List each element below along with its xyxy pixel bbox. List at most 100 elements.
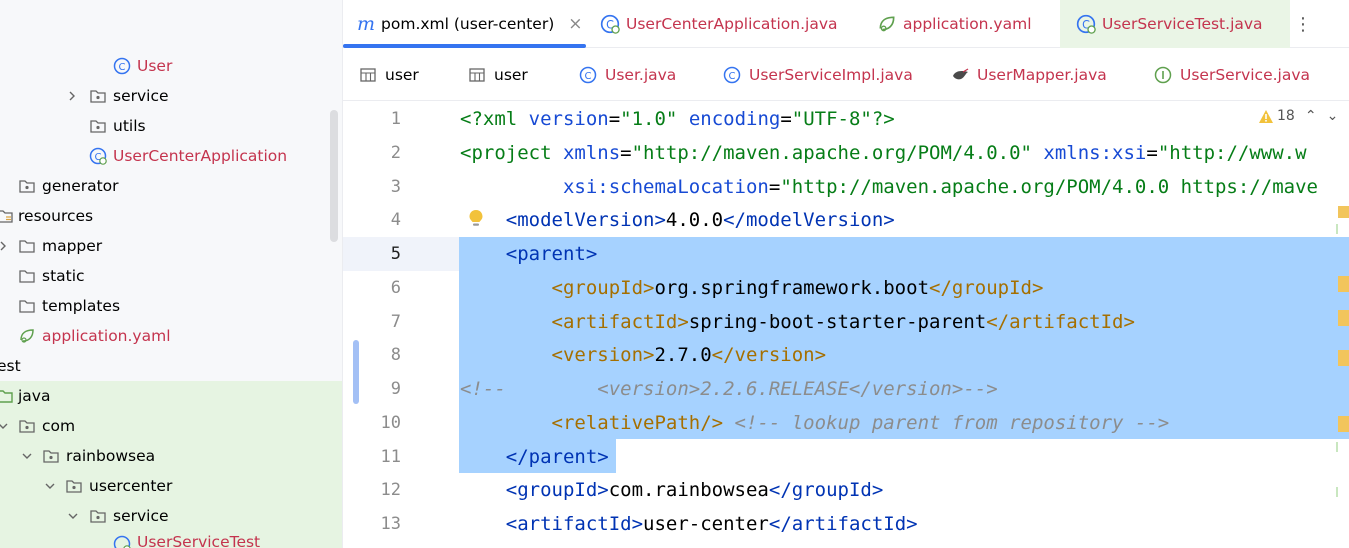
chevron-right-icon[interactable]	[65, 89, 79, 103]
spring-leaf-icon	[879, 16, 895, 32]
tree-item-label: application.yaml	[42, 327, 171, 345]
tree-item-usercenter[interactable]: usercenter	[0, 471, 342, 501]
change-marker	[1336, 487, 1338, 497]
warning-marker[interactable]	[1338, 310, 1349, 326]
tree-item-label: UserServiceTest	[137, 533, 261, 548]
package-folder-icon	[19, 180, 35, 193]
tree-item-rainbowsea[interactable]: rainbowsea	[0, 441, 342, 471]
code-editor[interactable]: 1 2 3 4 5 6 7 8 9 10 11 12 13 <?xml vers…	[343, 102, 1349, 548]
tree-item-mapper[interactable]: mapper	[0, 231, 342, 261]
tree-item-label: mapper	[42, 237, 103, 255]
tree-item-service[interactable]: service	[0, 81, 342, 111]
tab-label: UserService.java	[1180, 66, 1311, 84]
tree-item-generator[interactable]: generator	[0, 171, 342, 201]
close-icon[interactable]: ×	[568, 14, 582, 34]
tree-item-label: resources	[18, 207, 94, 225]
editor-tabs-row2: user user C User.java C UserServiceImpl.…	[343, 49, 1349, 101]
tree-item-userservicetest[interactable]: UserServiceTest	[0, 531, 342, 548]
tree-item-static[interactable]: static	[0, 261, 342, 291]
warning-marker[interactable]	[1338, 350, 1349, 366]
tree-item-com[interactable]: com	[0, 411, 342, 441]
tab-userserviceimpl-java[interactable]: C UserServiceImpl.java	[723, 49, 913, 101]
tab-user-table-2[interactable]: user	[468, 49, 528, 101]
tab-label: UserCenterApplication.java	[626, 15, 838, 33]
inspection-widget[interactable]: 18 ⌃ ⌄	[1258, 108, 1338, 124]
tree-item-resources[interactable]: resources	[0, 201, 342, 231]
chevron-down-icon[interactable]	[66, 509, 80, 523]
tab-usermapper-java[interactable]: UserMapper.java	[951, 49, 1107, 101]
change-marker	[1336, 442, 1338, 452]
chevron-down-icon[interactable]	[0, 419, 10, 433]
line-number: 2	[390, 143, 401, 163]
code-line-8: <version>2.7.0</version>	[460, 344, 827, 366]
folder-icon	[19, 270, 35, 283]
tree-item-user[interactable]: C User	[0, 51, 342, 81]
tree-item-label: generator	[42, 177, 119, 195]
code-line-12: <groupId>com.rainbowsea</groupId>	[460, 479, 884, 501]
class-icon: C	[723, 66, 741, 84]
spring-class-icon: C	[89, 147, 107, 165]
tree-item-label: utils	[113, 117, 146, 135]
test-folder-icon	[0, 390, 13, 403]
tree-scrollbar[interactable]	[330, 110, 338, 242]
tree-item-usercenterapplication[interactable]: C UserCenterApplication	[0, 141, 342, 171]
spring-class-icon	[113, 535, 131, 548]
tab-pom-xml[interactable]: m pom.xml (user-center) ×	[357, 0, 587, 48]
next-highlight-icon[interactable]: ⌄	[1327, 108, 1339, 124]
tree-item-label: est	[0, 357, 21, 375]
class-icon: C	[113, 57, 131, 75]
line-number: 1	[390, 109, 401, 129]
code-line-10: <relativePath/> <!-- lookup parent from …	[460, 412, 1170, 434]
tree-item-label: User	[137, 57, 173, 75]
tab-user-java[interactable]: C User.java	[579, 49, 676, 101]
tree-item-java[interactable]: java	[0, 381, 342, 411]
spring-class-icon: C	[600, 14, 620, 34]
tree-item-utils[interactable]: utils	[0, 111, 342, 141]
line-number-current: 5	[390, 244, 401, 264]
editor-area: m pom.xml (user-center) × C UserCenterAp…	[343, 0, 1349, 548]
change-marker	[1336, 224, 1338, 234]
tree-item-label: templates	[42, 297, 121, 315]
tree-item-test[interactable]: est	[0, 351, 342, 381]
tree-item-label: service	[113, 87, 169, 105]
active-tab-indicator	[343, 44, 586, 48]
code-line-11: </parent>	[460, 446, 609, 468]
tab-label: UserMapper.java	[977, 66, 1107, 84]
project-tree[interactable]: C User service utils C UserCenterApplica…	[0, 0, 343, 548]
tree-item-label: com	[42, 417, 76, 435]
code-line-9: <!-- <version>2.2.6.RELEASE</version>-->	[460, 378, 998, 400]
package-folder-icon	[43, 450, 59, 463]
package-folder-icon	[90, 510, 106, 523]
tab-application-yaml[interactable]: application.yaml	[877, 0, 1032, 48]
chevron-down-icon[interactable]	[20, 449, 34, 463]
warning-marker[interactable]	[1338, 206, 1349, 218]
warning-marker[interactable]	[1338, 416, 1349, 432]
tree-item-application-yaml[interactable]: application.yaml	[0, 321, 342, 351]
line-number: 13	[380, 514, 401, 534]
line-number: 4	[390, 210, 401, 230]
previous-highlight-icon[interactable]: ⌃	[1305, 108, 1317, 124]
code-line-7: <artifactId>spring-boot-starter-parent</…	[460, 311, 1135, 333]
tab-label: user	[494, 66, 528, 84]
tab-userservice-java[interactable]: UserService.java	[1154, 49, 1310, 101]
svg-text:C: C	[729, 71, 736, 82]
code-line-1: <?xml version="1.0" encoding="UTF-8"?>	[460, 108, 895, 130]
more-tabs-icon[interactable]: ⋮	[1293, 12, 1313, 36]
tab-userservicetest[interactable]: C UserServiceTest.java	[1060, 0, 1290, 48]
class-icon: C	[579, 66, 597, 84]
tree-item-templates[interactable]: templates	[0, 291, 342, 321]
chevron-right-icon[interactable]	[0, 239, 10, 253]
package-folder-icon	[90, 90, 106, 103]
code-line-6: <groupId>org.springframework.boot</group…	[460, 277, 1044, 299]
warning-marker[interactable]	[1338, 276, 1349, 292]
tree-item-label: java	[18, 387, 51, 405]
interface-icon	[1154, 66, 1172, 84]
table-icon	[360, 68, 376, 82]
editor-tabs: m pom.xml (user-center) × C UserCenterAp…	[343, 0, 1349, 48]
tree-item-label: rainbowsea	[66, 447, 156, 465]
resources-folder-icon	[0, 210, 13, 223]
svg-text:C: C	[585, 71, 592, 82]
tab-usercenterapplication[interactable]: C UserCenterApplication.java	[600, 0, 838, 48]
tab-user-table-1[interactable]: user	[359, 49, 419, 101]
chevron-down-icon[interactable]	[43, 479, 57, 493]
